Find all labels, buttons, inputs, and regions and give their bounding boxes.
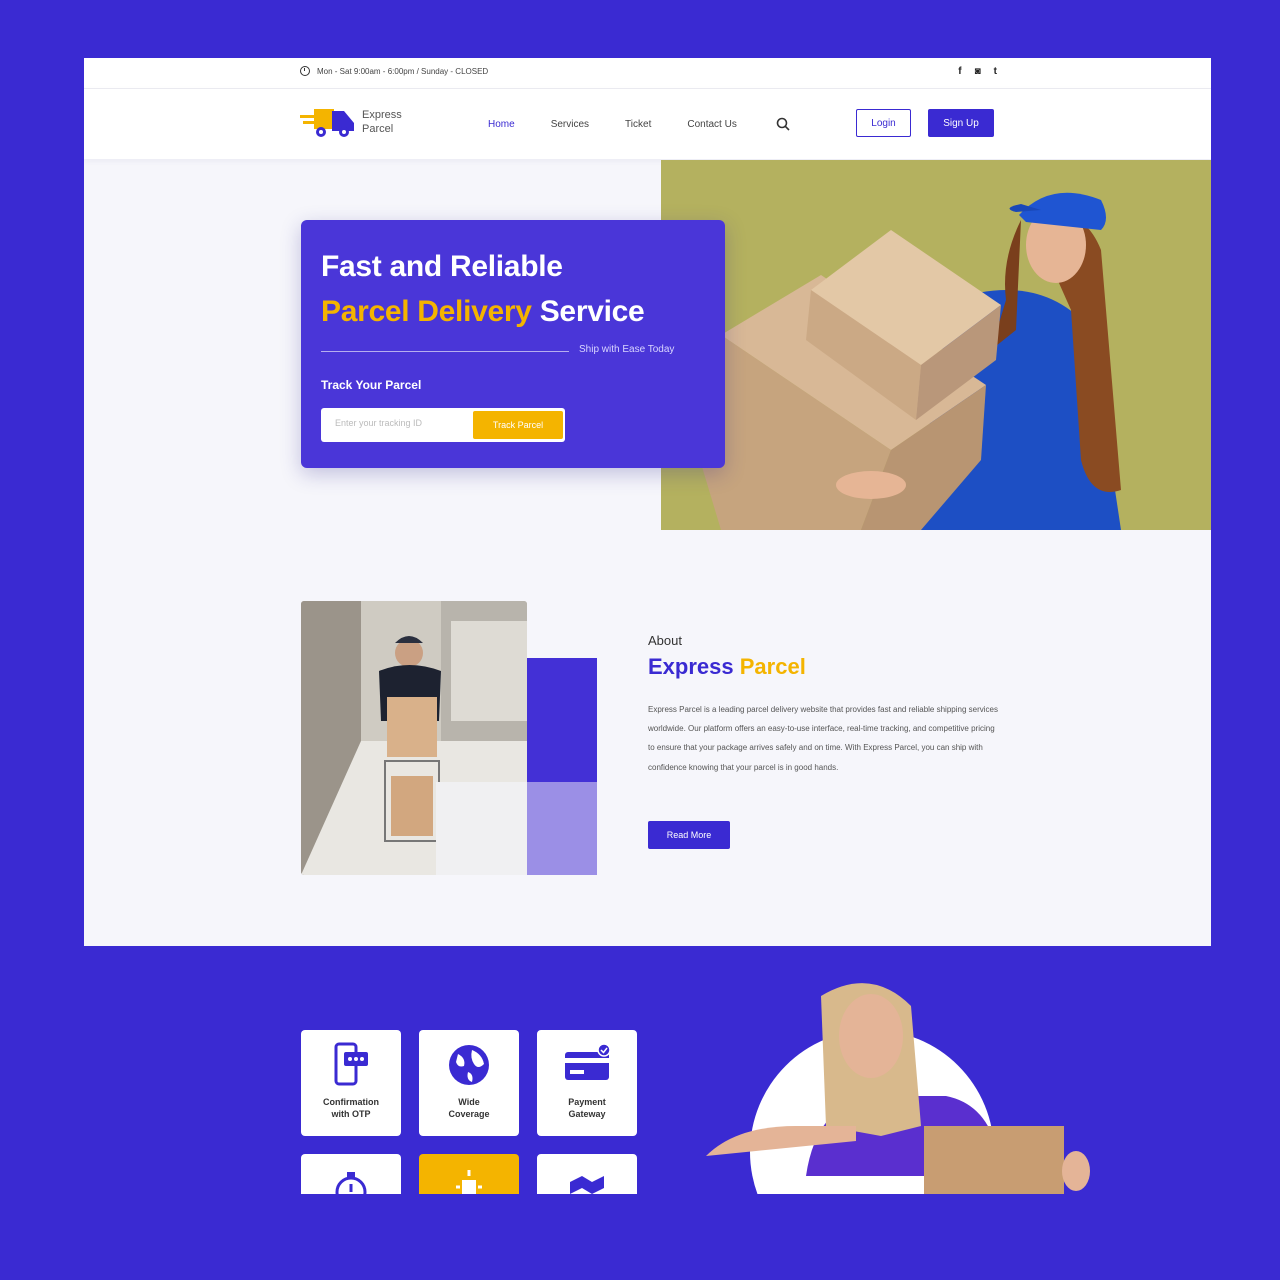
feature-label-line1: Confirmation xyxy=(323,1097,379,1107)
tracking-id-input[interactable]: Enter your tracking ID xyxy=(335,418,422,428)
feature-card-coverage[interactable]: Wide Coverage xyxy=(419,1030,519,1136)
credit-card-icon xyxy=(565,1043,611,1080)
hero-title-rest: Service xyxy=(539,295,645,328)
hero-card: Fast and Reliable Parcel Delivery Servic… xyxy=(301,220,725,468)
feature-label-line2: Gateway xyxy=(568,1109,606,1119)
nav-contact[interactable]: Contact Us xyxy=(687,119,736,130)
nav-services[interactable]: Services xyxy=(551,119,589,130)
track-form: Enter your tracking ID Track Parcel xyxy=(321,408,565,442)
read-more-button[interactable]: Read More xyxy=(648,821,730,849)
feature-person-image xyxy=(696,976,1096,1194)
truck-icon xyxy=(300,105,354,139)
track-parcel-button[interactable]: Track Parcel xyxy=(473,411,563,439)
about-lilac-block xyxy=(527,782,597,875)
feature-card-timer[interactable] xyxy=(301,1154,401,1194)
globe-icon xyxy=(449,1045,489,1085)
brand-line1: Express xyxy=(362,109,402,121)
feature-card-otp[interactable]: Confirmation with OTP xyxy=(301,1030,401,1136)
clock-icon xyxy=(300,66,310,76)
about-title-main: Express xyxy=(648,654,734,679)
sparkle-icon xyxy=(456,1170,482,1194)
hero-tagline: Ship with Ease Today xyxy=(579,344,675,355)
about-light-block xyxy=(436,782,527,875)
login-button[interactable]: Login xyxy=(856,109,911,137)
logo[interactable]: Express Parcel xyxy=(300,105,402,139)
phone-otp-icon xyxy=(334,1042,368,1086)
about-subtitle: About xyxy=(648,633,682,648)
brand-line2: Parcel xyxy=(362,123,394,135)
feature-label-line1: Payment xyxy=(568,1097,606,1107)
stopwatch-icon xyxy=(335,1172,367,1194)
feature-label-line2: with OTP xyxy=(331,1109,371,1119)
landing-page: Mon - Sat 9:00am - 6:00pm / Sunday - CLO… xyxy=(84,58,1211,1194)
about-accent-block xyxy=(527,658,597,782)
opening-hours: Mon - Sat 9:00am - 6:00pm / Sunday - CLO… xyxy=(300,66,488,76)
hero-divider xyxy=(321,351,569,352)
track-label: Track Your Parcel xyxy=(321,378,422,392)
main-nav: Express Parcel Home Services Ticket Cont… xyxy=(84,89,1211,159)
about-title: Express Parcel xyxy=(648,654,806,680)
hero-title-line1: Fast and Reliable xyxy=(321,250,563,283)
instagram-icon[interactable]: ◙ xyxy=(975,66,981,77)
signup-button[interactable]: Sign Up xyxy=(928,109,994,137)
facebook-icon[interactable]: f xyxy=(958,66,961,77)
features-section: Confirmation with OTP Wide Coverage Paymen… xyxy=(84,946,1211,1194)
feature-card-highlight[interactable] xyxy=(419,1154,519,1194)
hero-title: Fast and Reliable Parcel Delivery Servic… xyxy=(321,244,645,334)
hero-title-highlight: Parcel Delivery xyxy=(321,295,532,328)
hours-text: Mon - Sat 9:00am - 6:00pm / Sunday - CLO… xyxy=(317,66,489,76)
nav-menu: Home Services Ticket Contact Us xyxy=(488,119,773,130)
nav-ticket[interactable]: Ticket xyxy=(625,119,651,130)
nav-home[interactable]: Home xyxy=(488,119,515,130)
feature-card-handshake[interactable] xyxy=(537,1154,637,1194)
feature-label-line2: Coverage xyxy=(448,1109,490,1119)
search-icon[interactable] xyxy=(776,117,790,136)
top-bar: Mon - Sat 9:00am - 6:00pm / Sunday - CLO… xyxy=(84,58,1211,89)
about-title-highlight: Parcel xyxy=(739,654,806,679)
feature-card-payment[interactable]: Payment Gateway xyxy=(537,1030,637,1136)
hero-image xyxy=(661,160,1211,530)
social-links: f ◙ t xyxy=(958,66,997,77)
twitter-icon[interactable]: t xyxy=(994,66,997,77)
handshake-icon xyxy=(570,1176,604,1194)
feature-label-line1: Wide xyxy=(458,1097,480,1107)
about-description: Express Parcel is a leading parcel deliv… xyxy=(648,705,998,772)
